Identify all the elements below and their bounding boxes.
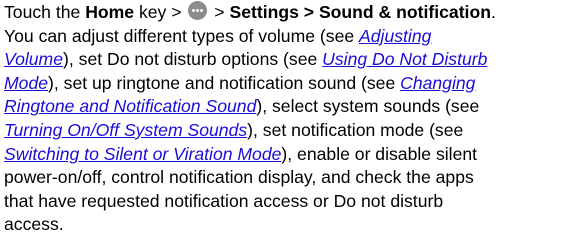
document-paragraph: Touch the Home key > > Settings > Sound …	[4, 1, 570, 237]
apps-grid-icon	[188, 1, 208, 20]
text-line-4: Mode), set up ringtone and notification …	[4, 72, 570, 96]
home-key-label: Home	[85, 2, 135, 22]
text-line-8: power-on/off, control notification displ…	[4, 167, 474, 188]
text-line-5: Ringtone and Notification Sound), select…	[4, 95, 570, 119]
text: ), set notification mode (see	[247, 119, 464, 140]
text-line-3: Volume), set Do not disturb options (see…	[4, 48, 570, 72]
text-line-7: Switching to Silent or Viration Mode), e…	[4, 143, 570, 167]
adjusting-volume-link[interactable]: Adjusting	[359, 26, 431, 46]
using-do-not-disturb-link[interactable]: Mode	[4, 73, 48, 93]
text: ), enable or disable silent	[281, 143, 478, 164]
changing-ringtone-link[interactable]: Changing	[400, 73, 475, 93]
text-line-6: Turning On/Off System Sounds), set notif…	[4, 119, 570, 143]
text: .	[490, 2, 496, 22]
text: >	[209, 2, 230, 22]
using-do-not-disturb-link[interactable]: Using Do Not Disturb	[322, 49, 487, 69]
text: ), select system sounds (see	[256, 96, 480, 117]
sound-notification-label: Sound & notification	[318, 2, 491, 22]
settings-label: Settings	[229, 2, 299, 22]
system-sounds-link[interactable]: Turning On/Off System Sounds	[4, 120, 247, 140]
adjusting-volume-link[interactable]: Volume	[4, 49, 63, 69]
text: ), set up ringtone and notification soun…	[48, 72, 401, 93]
changing-ringtone-link[interactable]: Ringtone and Notification Sound	[4, 96, 256, 116]
text: key >	[134, 2, 187, 22]
text-line-2: You can adjust different types of volume…	[4, 25, 570, 49]
silent-mode-link[interactable]: Switching to Silent or Viration Mode	[4, 144, 281, 164]
text-line-9: that have requested notification access …	[4, 190, 444, 211]
text: Touch the	[4, 2, 86, 22]
text: >	[298, 2, 319, 22]
text-line-1: Touch the Home key > > Settings > Sound …	[4, 1, 570, 25]
text: ), set Do not disturb options (see	[63, 49, 323, 70]
text: You can adjust different types of volume…	[4, 25, 360, 46]
text-line-10: access.	[4, 214, 64, 235]
